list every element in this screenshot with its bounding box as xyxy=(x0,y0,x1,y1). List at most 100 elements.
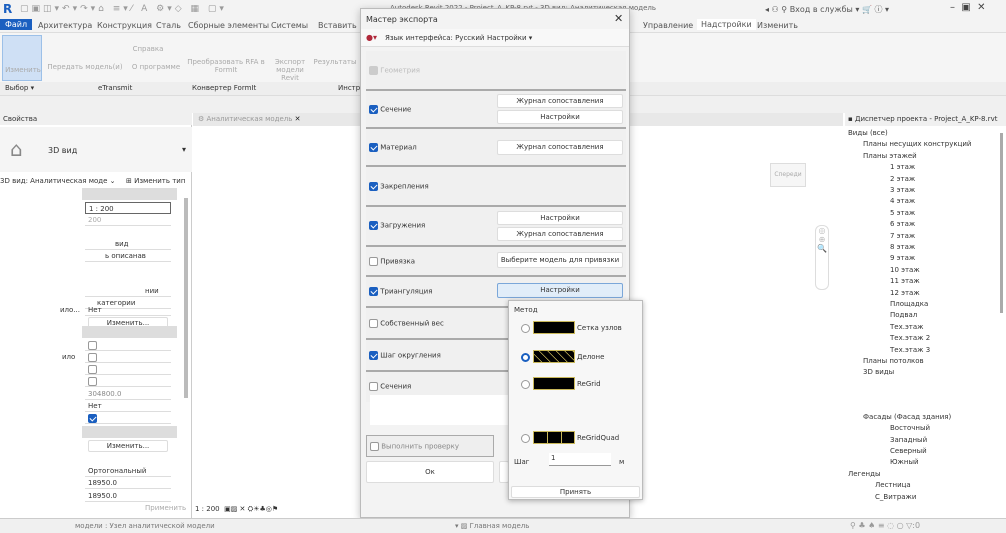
tree-facade-item[interactable]: Западный xyxy=(890,436,927,444)
quick-access-toolbar[interactable]: ▢▣◫▾↶▾↷▾⌂ ≡▾⁄ A ⚙▾◇ ▦ ▢▾ xyxy=(20,4,227,14)
tree-floor-plans[interactable]: Планы этажей xyxy=(863,152,917,160)
viewcube[interactable]: Спереди xyxy=(770,163,806,187)
prop-checkbox[interactable] xyxy=(85,339,171,351)
geometry-checkbox[interactable]: Геометрия xyxy=(369,66,420,75)
tree-floor-item[interactable]: Площадка xyxy=(890,300,928,308)
ok-button[interactable]: Ок xyxy=(366,461,494,483)
loads-settings-button[interactable]: Настройки xyxy=(497,211,623,225)
step-input[interactable]: 1 xyxy=(549,453,611,466)
close-icon[interactable]: ✕ xyxy=(614,12,623,25)
tree-views[interactable]: Виды (все) xyxy=(848,129,888,137)
tree-facade-item[interactable]: Северный xyxy=(890,447,927,455)
loads-checkbox[interactable]: Загружения xyxy=(369,221,425,230)
tree-floor-item[interactable]: Тех.этаж xyxy=(890,323,923,331)
edit-type-button[interactable]: ⊞ Изменить тип xyxy=(126,177,185,185)
triangulation-checkbox[interactable]: Триангуляция xyxy=(369,287,432,296)
tree-floor-item[interactable]: 8 этаж xyxy=(890,243,915,251)
tab-insert[interactable]: Вставить xyxy=(318,21,357,30)
tree-floor-item[interactable]: 2 этаж xyxy=(890,175,915,183)
help-button[interactable]: Справка xyxy=(128,45,168,53)
row-material: Материал Журнал сопоставления xyxy=(366,129,626,167)
tree-facade-item[interactable]: Южный xyxy=(890,458,919,466)
language-label[interactable]: Язык интерфейса: Русский xyxy=(385,34,484,42)
view-control-bar[interactable]: 1 : 200 ▣▨ ✕ ⛭☀♣◎⚑ xyxy=(195,505,278,514)
section-settings-button[interactable]: Настройки xyxy=(497,110,623,124)
modify-button[interactable]: Изменить xyxy=(2,35,42,81)
about-button[interactable]: О программе xyxy=(128,63,184,71)
model-selector[interactable]: ▾ ▨ Главная модель xyxy=(455,522,529,530)
tree-floor-item[interactable]: 12 этаж xyxy=(890,289,920,297)
window-controls[interactable]: – ▣ ✕ xyxy=(950,2,986,13)
edit-button-2[interactable]: Изменить... xyxy=(88,440,168,452)
row-geometry: Геометрия xyxy=(366,51,626,91)
tab-precast[interactable]: Сборные элементы xyxy=(188,21,269,30)
convert-formit-button[interactable]: Преобразовать RFA в FormIt xyxy=(186,58,266,74)
selection-filter-icons[interactable]: ⚲ ♣ ♠ ≡ ◌ ○ ▽:0 xyxy=(850,521,920,530)
tree-floor-item[interactable]: 5 этаж xyxy=(890,209,915,217)
sections-checkbox[interactable]: Сечения xyxy=(369,382,411,391)
tree-3d-views[interactable]: 3D виды xyxy=(863,368,894,376)
rounding-checkbox[interactable]: Шаг округления xyxy=(369,351,441,360)
section-mapping-button[interactable]: Журнал сопоставления xyxy=(497,94,623,108)
tab-file[interactable]: Файл xyxy=(0,19,33,30)
prop-checkbox[interactable] xyxy=(85,412,171,424)
flag-icon[interactable]: ●▾ xyxy=(366,33,377,42)
tree-floor-item[interactable]: Подвал xyxy=(890,311,917,319)
section-checkbox[interactable]: Сечение xyxy=(369,105,411,114)
revit-logo-icon[interactable]: R xyxy=(3,2,12,16)
tree-floor-item[interactable]: Тех.этаж 2 xyxy=(890,334,930,342)
scrollbar[interactable] xyxy=(1000,133,1003,313)
tab-structure[interactable]: Конструкция xyxy=(97,21,152,30)
export-revit-button[interactable]: Экспорт модели Revit xyxy=(268,58,312,82)
tab-addins[interactable]: Надстройки xyxy=(697,19,756,30)
prop-checkbox[interactable] xyxy=(85,351,171,363)
material-mapping-button[interactable]: Журнал сопоставления xyxy=(497,140,623,155)
supports-checkbox[interactable]: Закрепления xyxy=(369,182,429,191)
tree-legends[interactable]: Легенды xyxy=(848,470,881,478)
triangulation-settings-button[interactable]: Настройки xyxy=(497,283,623,298)
tab-architecture[interactable]: Архитектура xyxy=(38,21,92,30)
tree-floor-item[interactable]: 1 этаж xyxy=(890,163,915,171)
scrollbar[interactable] xyxy=(184,198,188,398)
instance-filter[interactable]: 3D вид: Аналитическая моде ⌄ xyxy=(0,177,116,185)
tree-structural-plans[interactable]: Планы несущих конструкций xyxy=(863,140,971,148)
tree-floor-item[interactable]: 3 этаж xyxy=(890,186,915,194)
tab-manage[interactable]: Управление xyxy=(643,21,693,30)
tab-modify[interactable]: Изменить xyxy=(757,21,798,30)
group-header xyxy=(82,326,177,338)
accept-button[interactable]: Принять xyxy=(511,486,640,498)
prop-checkbox[interactable] xyxy=(85,363,171,375)
tree-floor-item[interactable]: 7 этаж xyxy=(890,232,915,240)
binding-checkbox[interactable]: Привязка xyxy=(369,257,415,266)
type-selector[interactable]: ⌂ 3D вид ▾ xyxy=(0,127,192,172)
send-model-button[interactable]: Передать модель(и) xyxy=(45,63,125,71)
navigation-bar[interactable]: ◎ ⊕ 🔍 xyxy=(815,225,829,290)
tree-legend-item[interactable]: Лестница xyxy=(875,481,911,489)
tree-facade-item[interactable]: Восточный xyxy=(890,424,930,432)
results-button[interactable]: Результаты xyxy=(312,58,358,66)
tree-floor-item[interactable]: Тех.этаж 3 xyxy=(890,346,930,354)
settings-menu[interactable]: Настройки ▾ xyxy=(487,34,532,42)
tab-steel[interactable]: Сталь xyxy=(156,21,181,30)
loads-mapping-button[interactable]: Журнал сопоставления xyxy=(497,227,623,241)
select-binding-model-button[interactable]: Выберите модель для привязки xyxy=(497,252,623,268)
tree-floor-item[interactable]: 9 этаж xyxy=(890,254,915,262)
view-tab[interactable]: ⚙ Аналитическая модель ✕ xyxy=(198,115,300,123)
self-weight-checkbox[interactable]: Собственный вес xyxy=(369,319,444,328)
tab-systems[interactable]: Системы xyxy=(271,21,308,30)
tree-floor-item[interactable]: 6 этаж xyxy=(890,220,915,228)
material-checkbox[interactable]: Материал xyxy=(369,143,417,152)
scale-field[interactable]: 1 : 200 xyxy=(85,202,171,214)
tree-floor-item[interactable]: 11 этаж xyxy=(890,277,920,285)
select-dropdown[interactable]: Выбор ▾ xyxy=(5,84,34,92)
tree-floor-item[interactable]: 4 этаж xyxy=(890,197,915,205)
apply-button[interactable]: Применить xyxy=(145,504,186,512)
prop-value: вид xyxy=(85,238,171,250)
tree-facades[interactable]: Фасады (Фасад здания) xyxy=(863,413,951,421)
prop-checkbox[interactable] xyxy=(85,375,171,387)
tree-legend-item[interactable]: С_Витражи xyxy=(875,493,916,501)
tree-ceiling-plans[interactable]: Планы потолков xyxy=(863,357,924,365)
tree-floor-item[interactable]: 10 этаж xyxy=(890,266,920,274)
validate-checkbox[interactable]: Выполнить проверку xyxy=(370,442,459,451)
sign-in-button[interactable]: ◂ ⚇ ⚲ Вход в службы ▾ 🛒 ⓘ ▾ xyxy=(765,4,889,15)
